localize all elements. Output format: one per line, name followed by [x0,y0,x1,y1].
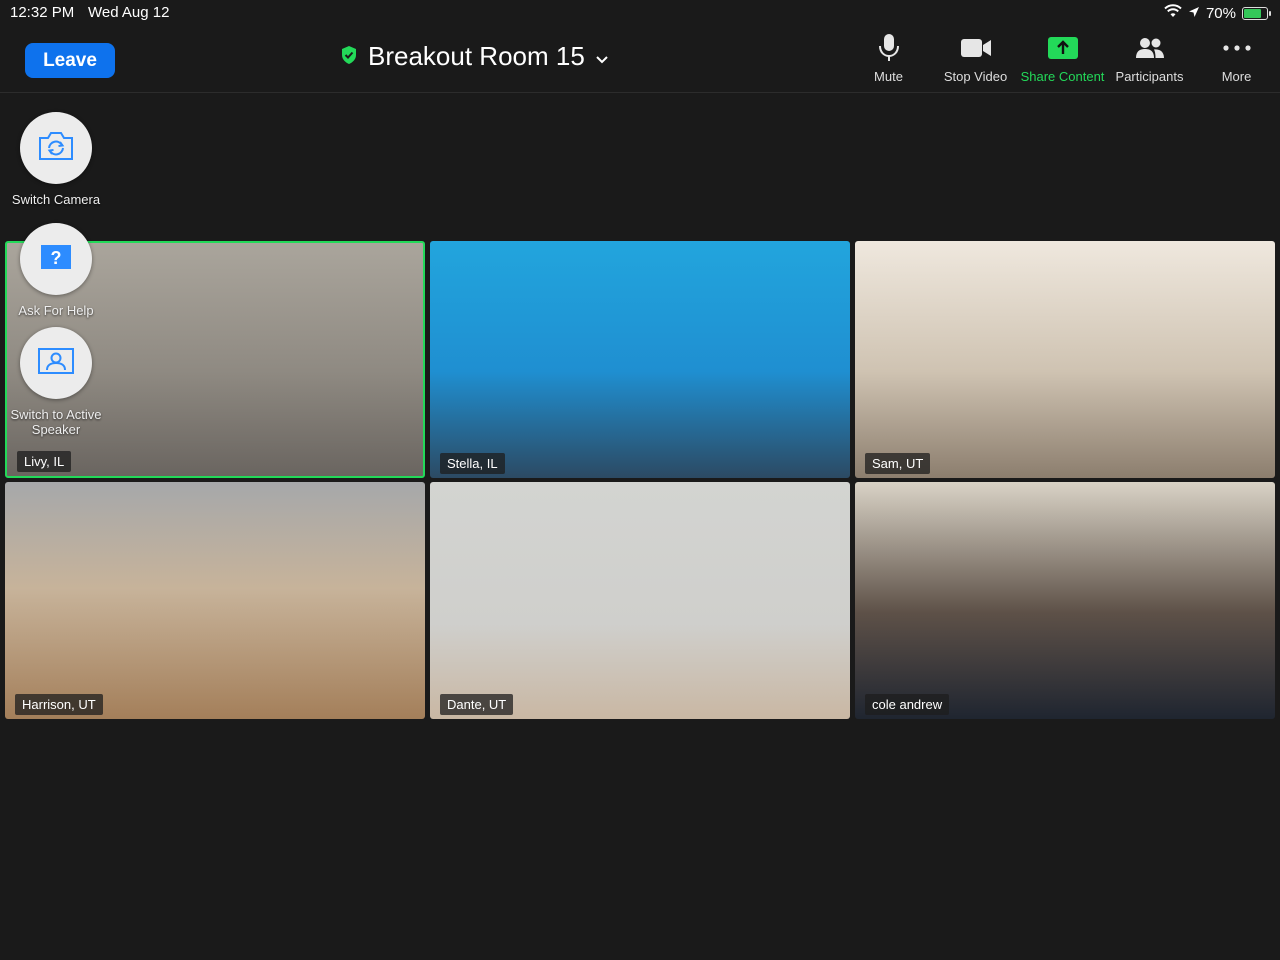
switch-active-speaker-control[interactable]: Switch to Active Speaker [10,327,102,437]
svg-text:?: ? [51,248,62,268]
chevron-down-icon [595,41,609,72]
status-date: Wed Aug 12 [88,4,170,21]
share-content-label: Share Content [1020,69,1105,84]
active-speaker-icon [37,346,75,381]
share-content-button[interactable]: Share Content [1019,32,1106,92]
participant-name: Sam, UT [865,453,931,474]
toolbar-actions: Mute Stop Video Share Content Participan… [845,32,1280,92]
video-camera-icon [960,32,992,64]
share-screen-icon [1047,32,1079,64]
switch-active-speaker-button[interactable] [20,327,92,399]
more-label: More [1221,69,1252,84]
ask-for-help-control[interactable]: ? Ask For Help [10,223,102,318]
mute-label: Mute [874,69,903,84]
status-time: 12:32 PM [10,4,75,21]
participant-name: Livy, IL [17,451,72,472]
video-tile[interactable]: Harrison, UT [5,482,425,719]
participants-icon [1134,32,1166,64]
more-dots-icon [1222,32,1252,64]
participants-button[interactable]: Participants [1106,32,1193,92]
participant-name: Dante, UT [440,694,514,715]
video-tile[interactable]: Stella, IL [430,241,850,478]
switch-camera-label: Switch Camera [11,192,101,207]
video-tile[interactable]: Sam, UT [855,241,1275,478]
more-button[interactable]: More [1193,32,1280,92]
battery-icon [1242,6,1271,20]
meeting-toolbar: Leave Breakout Room 15 Mute Stop Video S… [0,26,1280,93]
participant-name: Harrison, UT [15,694,103,715]
microphone-icon [878,32,900,64]
switch-camera-control[interactable]: Switch Camera [10,112,102,207]
ask-for-help-button[interactable]: ? [20,223,92,295]
stop-video-button[interactable]: Stop Video [932,32,1019,92]
shield-check-icon [340,41,358,72]
switch-camera-button[interactable] [20,112,92,184]
meeting-title-dropdown[interactable]: Breakout Room 15 [340,40,609,72]
video-tile[interactable]: cole andrew [855,482,1275,719]
mute-button[interactable]: Mute [845,32,932,92]
wifi-icon [1164,4,1182,22]
battery-percent: 70% [1205,4,1236,22]
status-indicators: 70% [1164,4,1271,22]
video-tile[interactable]: Dante, UT [430,482,850,719]
meeting-title: Breakout Room 15 [368,40,585,71]
camera-rotate-icon [36,130,76,167]
participant-name: cole andrew [865,694,950,715]
participants-label: Participants [1115,69,1184,84]
stop-video-label: Stop Video [943,69,1008,84]
question-mark-icon: ? [38,242,74,277]
status-bar: 12:32 PM Wed Aug 12 70% [0,0,1280,26]
switch-active-speaker-label: Switch to Active Speaker [10,407,102,437]
participant-name: Stella, IL [440,453,505,474]
leave-button[interactable]: Leave [25,43,115,78]
location-arrow-icon [1188,5,1200,22]
ask-for-help-label: Ask For Help [18,303,94,318]
